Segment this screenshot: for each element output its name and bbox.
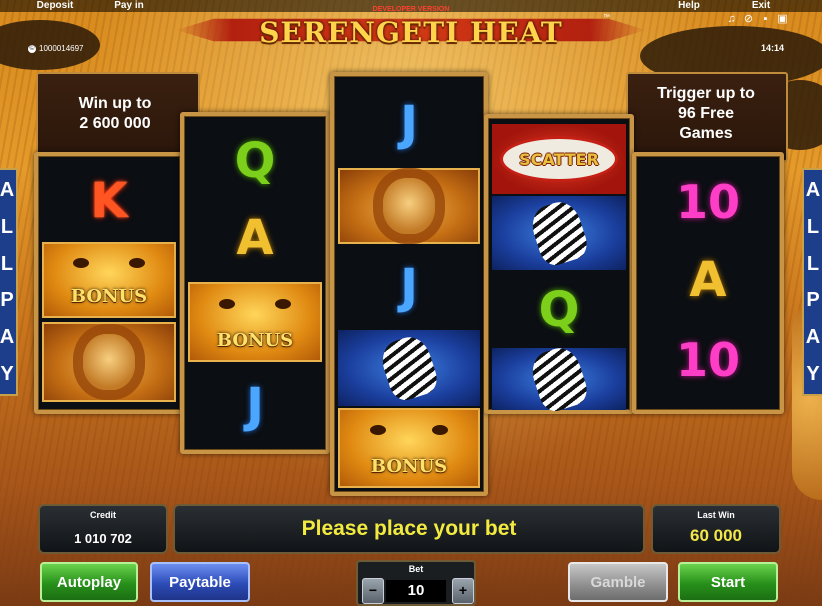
exit-button[interactable]: Exit <box>738 0 784 12</box>
all-pay-letter: P <box>806 289 820 312</box>
zebra-icon <box>526 197 592 269</box>
paytable-button[interactable]: Paytable <box>150 562 250 602</box>
lion-icon <box>83 334 135 390</box>
credit-value: 1 010 702 <box>74 531 132 546</box>
symbol-letter: Q <box>234 133 276 189</box>
zebra-icon <box>526 343 592 415</box>
clock: 14:14 <box>760 43 784 53</box>
free-games-line3: Games <box>679 125 733 142</box>
symbol-lion <box>338 168 480 244</box>
zebra-icon <box>376 332 442 404</box>
symbol-scatter: SCATTER <box>492 124 626 194</box>
max-win-amount: 2 600 000 <box>79 115 151 132</box>
all-pay-letter: L <box>0 252 14 275</box>
all-pay-letter: Y <box>0 362 14 385</box>
symbol-bonus: BONUS <box>338 408 480 488</box>
symbol-bonus: BONUS <box>188 282 322 362</box>
credit-panel: Credit 1 010 702 <box>38 504 168 554</box>
symbol-j: J <box>338 84 480 164</box>
all-pay-letter: Y <box>806 362 820 385</box>
system-icons: ♫ ⊘ ▪ ▣ <box>726 14 788 25</box>
symbol-letter: J <box>400 259 418 315</box>
bet-label: Bet <box>408 564 424 574</box>
scatter-label: SCATTER <box>500 136 618 182</box>
game-title: SERENGETI HEAT <box>259 16 563 49</box>
fullscreen-icon[interactable]: ▣ <box>777 14 788 25</box>
all-pay-letter: L <box>806 252 820 275</box>
coin-icon: © <box>28 44 36 53</box>
symbol-zebra <box>492 196 626 270</box>
pay-in-button[interactable]: Pay in <box>104 0 154 12</box>
all-pay-letter: L <box>0 215 14 238</box>
all-pay-letter: P <box>0 289 14 312</box>
bet-value: 10 <box>386 580 446 602</box>
last-win-value: 60 000 <box>690 526 742 545</box>
symbol-letter: J <box>246 378 264 434</box>
reel-4: SCATTER Q <box>484 114 634 415</box>
symbol-bonus: BONUS <box>42 242 176 318</box>
symbol-j: J <box>338 248 480 326</box>
all-pay-letter: L <box>806 215 820 238</box>
all-pay-letter: A <box>805 179 821 202</box>
symbol-letter: A <box>236 210 274 266</box>
lion-icon <box>383 178 435 234</box>
symbol-a: A <box>640 242 776 318</box>
symbol-j: J <box>188 366 322 446</box>
symbol-10: 10 <box>640 320 776 400</box>
symbol-zebra <box>338 330 480 406</box>
game-logo: DEVELOPER VERSION SERENGETI HEAT ™ <box>176 4 646 50</box>
gamble-button[interactable]: Gamble <box>568 562 668 602</box>
help-button[interactable]: Help <box>664 0 714 12</box>
lion-eyes-icon <box>370 425 448 436</box>
reel-2: Q A BONUS J <box>180 112 330 454</box>
all-pay-banner-right: A L L P A Y <box>802 168 822 396</box>
symbol-a: A <box>188 202 322 274</box>
all-pay-letter: A <box>0 325 15 348</box>
symbol-letter: Q <box>538 282 580 338</box>
all-pay-banner-left: A L L P A Y <box>0 168 18 396</box>
symbol-lion <box>42 322 176 402</box>
all-pay-letter: A <box>0 179 15 202</box>
max-win-label: Win up to <box>78 95 152 112</box>
symbol-k: K <box>42 164 176 238</box>
all-pay-letter: A <box>805 325 821 348</box>
developer-version-label: DEVELOPER VERSION <box>372 6 450 13</box>
bet-control: Bet − 10 + <box>356 560 476 606</box>
symbol-zebra <box>492 343 626 415</box>
bet-decrease-button[interactable]: − <box>362 578 384 604</box>
music-icon[interactable]: ♫ <box>726 14 737 25</box>
bonus-label: BONUS <box>370 455 448 477</box>
status-message: Please place your bet <box>301 517 517 540</box>
deposit-button[interactable]: Deposit <box>30 0 80 12</box>
account-id: © 1000014697 <box>28 44 84 53</box>
symbol-letter: J <box>400 96 418 152</box>
message-panel: Please place your bet <box>173 504 645 554</box>
symbol-letter: K <box>90 173 128 229</box>
account-id-text: 1000014697 <box>39 44 84 53</box>
reel-5: 10 A 10 <box>632 152 784 414</box>
bonus-label: BONUS <box>216 329 294 351</box>
free-games-line2: 96 Free <box>677 105 735 122</box>
symbol-q: Q <box>492 274 626 346</box>
lion-eyes-icon <box>218 299 292 310</box>
free-games-line1: Trigger up to <box>657 85 755 102</box>
trademark-mark: ™ <box>603 14 610 21</box>
settings-icon[interactable]: ▪ <box>760 14 771 25</box>
symbol-letter: 10 <box>675 175 740 229</box>
symbol-q: Q <box>188 124 322 198</box>
symbol-letter: A <box>689 252 727 308</box>
credit-label: Credit <box>89 510 116 520</box>
last-win-label: Last Win <box>697 510 735 520</box>
start-button[interactable]: Start <box>678 562 778 602</box>
bonus-label: BONUS <box>70 286 148 308</box>
sound-off-icon[interactable]: ⊘ <box>743 14 754 25</box>
reel-3: J J BONUS <box>330 72 488 496</box>
bet-increase-button[interactable]: + <box>452 578 474 604</box>
lion-eyes-icon <box>72 258 146 269</box>
symbol-letter: 10 <box>675 333 740 387</box>
autoplay-button[interactable]: Autoplay <box>40 562 138 602</box>
symbol-10: 10 <box>640 164 776 240</box>
last-win-panel: Last Win 60 000 <box>651 504 781 554</box>
reel-1: K BONUS <box>34 152 184 414</box>
